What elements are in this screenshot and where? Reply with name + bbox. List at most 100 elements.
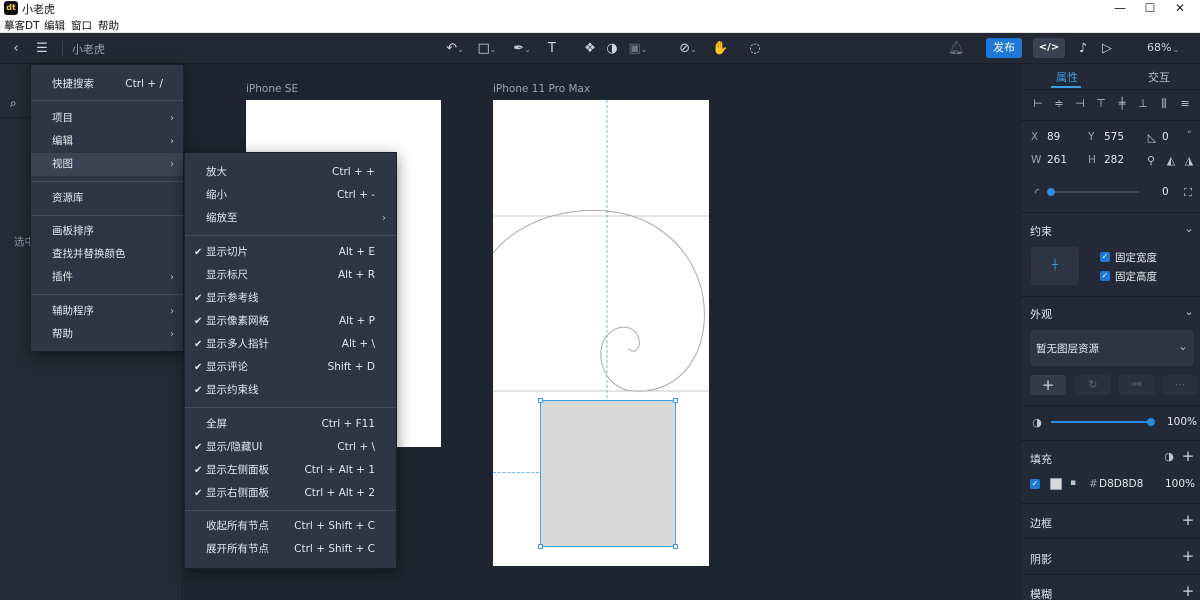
fill-color-swatch[interactable] (1050, 478, 1062, 490)
menu-item-asset-library[interactable]: 资源库 (31, 187, 183, 210)
chevron-down-icon[interactable]: ⌄ (1183, 222, 1195, 235)
menu-item-show-slices[interactable]: ✔ 显示切片 Alt + E (185, 241, 396, 264)
resize-handle-bottom-right[interactable] (673, 544, 678, 549)
artboard-iphone-11-pro-max[interactable] (493, 100, 709, 566)
menu-item-artboard-sort[interactable]: 画板排序 (31, 220, 183, 243)
width-input[interactable]: 261 (1047, 154, 1067, 166)
slice-tool-icon[interactable]: ⊘⌄ (676, 40, 700, 57)
height-input[interactable]: 282 (1104, 154, 1124, 166)
add-shadow-icon[interactable]: + (1181, 547, 1195, 565)
flip-vertical-icon[interactable]: ◮ (1183, 154, 1195, 167)
menu-item-show-guides[interactable]: ✔ 显示参考线 (185, 287, 396, 310)
radius-slider-thumb[interactable] (1047, 188, 1055, 196)
opacity-input[interactable]: 100% (1167, 416, 1197, 428)
mask-icon[interactable]: ◑ (604, 40, 620, 57)
distribute-vertical-icon[interactable]: ≡ (1178, 97, 1192, 110)
fix-height-checkbox[interactable]: ✓ (1100, 271, 1110, 281)
fill-mode-icon[interactable]: ◑ (1163, 450, 1175, 463)
menu-item-toggle-ui[interactable]: ✔ 显示/隐藏UI Ctrl + \ (185, 436, 396, 459)
align-bottom-icon[interactable]: ⊥ (1136, 97, 1150, 110)
pen-tool-icon[interactable]: ✒⌄ (510, 40, 534, 57)
menu-item-helpers[interactable]: 辅助程序 › (31, 300, 183, 323)
menu-help[interactable]: 帮助 (98, 18, 119, 33)
add-blur-icon[interactable]: + (1181, 582, 1195, 600)
radius-slider-track[interactable] (1051, 191, 1139, 193)
align-top-icon[interactable]: ⊤ (1094, 97, 1108, 110)
menu-item-expand-all-nodes[interactable]: 展开所有节点 Ctrl + Shift + C (185, 538, 396, 561)
rotation-input[interactable]: 0 (1162, 131, 1169, 143)
add-border-icon[interactable]: + (1181, 511, 1195, 529)
opacity-slider-track[interactable] (1051, 421, 1151, 423)
detach-style-button[interactable]: ⚯ (1119, 375, 1155, 395)
selected-rectangle[interactable] (540, 400, 676, 547)
component-icon[interactable]: ❖ (582, 40, 598, 57)
zoom-caret-icon[interactable]: ⌄ (1170, 40, 1182, 57)
resize-handle-top-left[interactable] (538, 398, 543, 403)
code-view-button[interactable]: </> (1033, 38, 1065, 58)
microphone-icon[interactable]: ♪ (1075, 40, 1091, 57)
more-style-button[interactable]: ⋯ (1162, 375, 1198, 395)
menu-item-zoom-to[interactable]: 缩放至 › (185, 207, 396, 230)
fill-enabled-checkbox[interactable]: ✓ (1030, 479, 1040, 489)
fix-width-checkbox[interactable]: ✓ (1100, 252, 1110, 262)
menu-item-show-pixel-grid[interactable]: ✔ 显示像素网格 Alt + P (185, 310, 396, 333)
align-center-horizontal-icon[interactable]: ≑ (1052, 97, 1066, 110)
eyedropper-icon[interactable]: ▪ (1068, 478, 1078, 488)
menu-item-zoom-out[interactable]: 缩小 Ctrl + - (185, 184, 396, 207)
align-right-icon[interactable]: ⊣ (1073, 97, 1087, 110)
menu-item-find-replace-color[interactable]: 查找并替换颜色 (31, 243, 183, 266)
menu-item-collapse-all-nodes[interactable]: 收起所有节点 Ctrl + Shift + C (185, 515, 396, 538)
menu-item-fullscreen[interactable]: 全屏 Ctrl + F11 (185, 413, 396, 436)
play-icon[interactable]: ▷ (1099, 40, 1115, 57)
add-style-button[interactable]: + (1030, 375, 1066, 395)
menu-item-view[interactable]: 视图 › (31, 153, 183, 176)
menu-item-project[interactable]: 项目 › (31, 107, 183, 130)
menu-item-plugins[interactable]: 插件 › (31, 266, 183, 289)
fill-opacity-input[interactable]: 100% (1165, 478, 1195, 490)
text-tool-icon[interactable]: T (544, 40, 560, 57)
menu-item-show-rulers[interactable]: 显示标尺 Alt + R (185, 264, 396, 287)
menu-item-quick-search[interactable]: 快捷搜索 Ctrl + / (31, 73, 183, 96)
flip-horizontal-icon[interactable]: ◭ (1165, 154, 1177, 167)
back-icon[interactable]: ‹ (8, 40, 24, 57)
x-input[interactable]: 89 (1047, 131, 1060, 143)
publish-button[interactable]: 发布 (986, 38, 1022, 58)
boolean-icon[interactable]: ▣⌄ (626, 40, 650, 57)
notification-bell-icon[interactable]: 🔔︎ (948, 40, 965, 57)
lock-ratio-icon[interactable]: ⚲ (1145, 154, 1157, 167)
menu-item-show-multiplayer-cursors[interactable]: ✔ 显示多人指针 Alt + \ (185, 333, 396, 356)
align-middle-vertical-icon[interactable]: ╪ (1115, 97, 1129, 110)
menu-item-zoom-in[interactable]: 放大 Ctrl + + (185, 161, 396, 184)
hamburger-menu-icon[interactable]: ☰ (33, 40, 51, 57)
tab-properties[interactable]: 属性 (1056, 69, 1078, 85)
menu-item-edit[interactable]: 编辑 › (31, 130, 183, 153)
resize-handle-top-right[interactable] (673, 398, 678, 403)
hand-tool-icon[interactable]: ✋ (712, 40, 728, 57)
search-icon[interactable]: ⌕ (10, 96, 17, 111)
menu-edit[interactable]: 编辑 (44, 18, 65, 33)
constraints-widget[interactable]: ┼ (1031, 247, 1079, 285)
shape-tool-icon[interactable]: □⌄ (476, 40, 498, 57)
menu-item-show-comments[interactable]: ✔ 显示评论 Shift + D (185, 356, 396, 379)
menu-item-show-constraint-lines[interactable]: ✔ 显示约束线 (185, 379, 396, 402)
artboard-label-iphone-se[interactable]: iPhone SE (246, 83, 298, 95)
lasso-tool-icon[interactable]: ↶⌄ (444, 40, 466, 57)
menu-item-help[interactable]: 帮助 › (31, 323, 183, 346)
menu-app[interactable]: 摹客DT (4, 18, 40, 33)
align-left-icon[interactable]: ⊢ (1031, 97, 1045, 110)
resize-handle-bottom-left[interactable] (538, 544, 543, 549)
fill-hex-input[interactable]: D8D8D8 (1099, 478, 1143, 490)
artboard-label-iphone-11-pro-max[interactable]: iPhone 11 Pro Max (493, 83, 590, 95)
tab-interaction[interactable]: 交互 (1148, 69, 1170, 85)
y-input[interactable]: 575 (1104, 131, 1124, 143)
zoom-level[interactable]: 68% (1147, 41, 1171, 54)
opacity-slider-thumb[interactable] (1147, 418, 1155, 426)
close-button[interactable]: ✕ (1160, 0, 1200, 17)
independent-corners-icon[interactable]: ⛶ (1182, 186, 1194, 200)
add-fill-icon[interactable]: + (1181, 447, 1195, 465)
menu-item-show-left-panel[interactable]: ✔ 显示左侧面板 Ctrl + Alt + 1 (185, 459, 396, 482)
menu-item-show-right-panel[interactable]: ✔ 显示右侧面板 Ctrl + Alt + 2 (185, 482, 396, 505)
sync-style-button[interactable]: ↻ (1075, 375, 1111, 395)
chevron-down-icon[interactable]: ⌄ (1183, 305, 1195, 318)
comment-icon[interactable]: ◌ (747, 40, 763, 57)
